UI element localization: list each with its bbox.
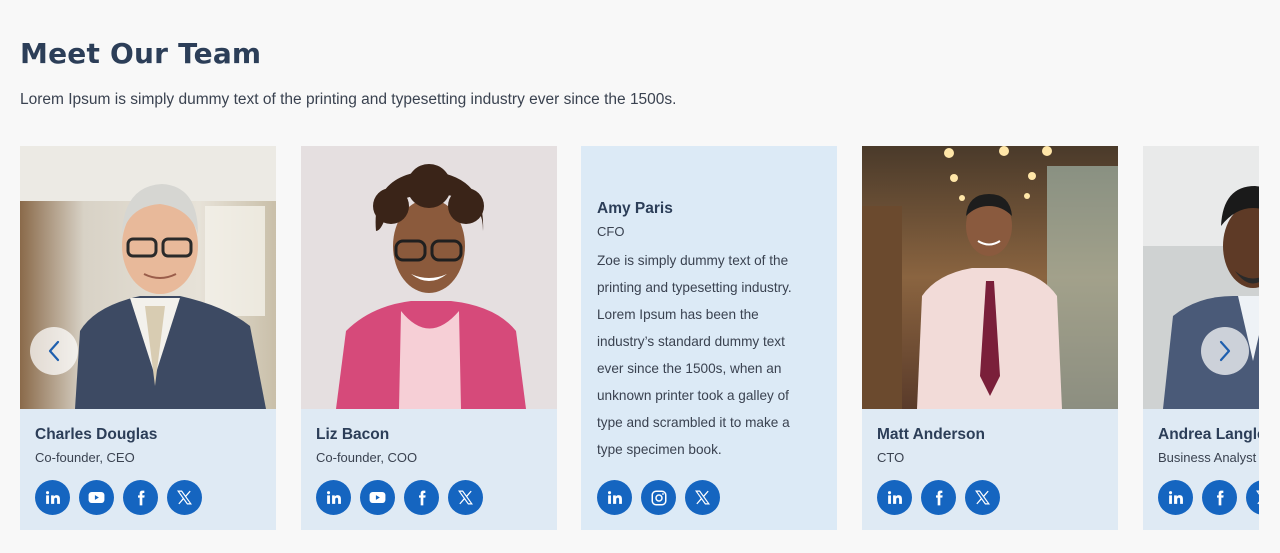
team-card-matt-anderson: Matt Anderson CTO bbox=[862, 146, 1118, 530]
facebook-icon[interactable] bbox=[921, 480, 956, 515]
linkedin-icon[interactable] bbox=[597, 480, 632, 515]
facebook-icon[interactable] bbox=[404, 480, 439, 515]
chevron-right-icon bbox=[1219, 340, 1231, 362]
member-name: Amy Paris bbox=[597, 200, 673, 217]
member-role: Business Analyst bbox=[1158, 450, 1257, 465]
facebook-icon[interactable] bbox=[123, 480, 158, 515]
linkedin-icon[interactable] bbox=[316, 480, 351, 515]
carousel-prev-button[interactable] bbox=[30, 327, 78, 375]
x-icon[interactable] bbox=[448, 480, 483, 515]
youtube-icon[interactable] bbox=[360, 480, 395, 515]
x-icon[interactable] bbox=[685, 480, 720, 515]
carousel-next-button[interactable] bbox=[1201, 327, 1249, 375]
liz-bacon-photo bbox=[301, 146, 557, 409]
member-name: Liz Bacon bbox=[316, 426, 390, 443]
x-icon[interactable] bbox=[1246, 480, 1259, 515]
member-role: Co-founder, COO bbox=[316, 450, 418, 465]
member-name: Charles Douglas bbox=[35, 426, 158, 443]
page-title: Meet Our Team bbox=[20, 37, 262, 70]
matt-anderson-photo bbox=[862, 146, 1118, 409]
member-name: Andrea Langley bbox=[1158, 426, 1259, 443]
team-card-amy-paris[interactable]: Amy Paris CFO Zoe is simply dummy text o… bbox=[581, 146, 837, 530]
member-bio: Zoe is simply dummy text of the printing… bbox=[597, 253, 792, 457]
facebook-icon[interactable] bbox=[1202, 480, 1237, 515]
linkedin-icon[interactable] bbox=[1158, 480, 1193, 515]
andrea-langley-photo bbox=[1143, 146, 1259, 409]
chevron-left-icon bbox=[48, 340, 60, 362]
linkedin-icon[interactable] bbox=[35, 480, 70, 515]
member-role: CFO bbox=[597, 224, 625, 239]
member-role: Co-founder, CEO bbox=[35, 450, 135, 465]
page-subtitle: Lorem Ipsum is simply dummy text of the … bbox=[20, 91, 677, 108]
team-carousel: Charles Douglas Co-founder, CEO Liz Baco… bbox=[20, 146, 1259, 530]
youtube-icon[interactable] bbox=[79, 480, 114, 515]
linkedin-icon[interactable] bbox=[877, 480, 912, 515]
member-role: CTO bbox=[877, 450, 905, 465]
team-card-liz-bacon: Liz Bacon Co-founder, COO bbox=[301, 146, 557, 530]
instagram-icon[interactable] bbox=[641, 480, 676, 515]
x-icon[interactable] bbox=[167, 480, 202, 515]
x-icon[interactable] bbox=[965, 480, 1000, 515]
member-name: Matt Anderson bbox=[877, 426, 985, 443]
